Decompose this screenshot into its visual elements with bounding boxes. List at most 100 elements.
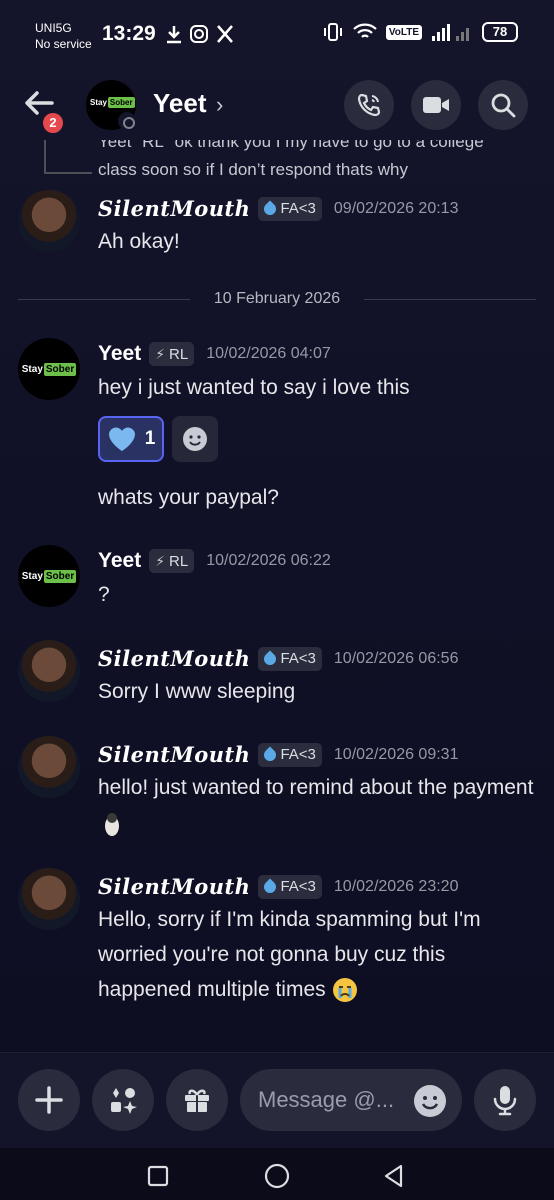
microphone-icon bbox=[493, 1086, 517, 1116]
user-tag[interactable]: FA<3 bbox=[258, 874, 322, 899]
signal-icon bbox=[432, 24, 469, 41]
divider-line bbox=[364, 299, 536, 300]
gift-button[interactable] bbox=[166, 1069, 228, 1131]
status-bar: UNI5G No service 13:29 VoLTE 78 bbox=[0, 0, 554, 62]
stay-sober-logo: Stay Sober bbox=[21, 362, 77, 376]
x-icon bbox=[217, 25, 233, 43]
author-name[interactable]: SilentMouth bbox=[98, 646, 250, 671]
water-drop-icon bbox=[261, 200, 279, 217]
call-button[interactable] bbox=[344, 80, 394, 130]
message-header: SilentMouth FA<3 10/02/2026 06:56 bbox=[98, 646, 458, 671]
home-button[interactable] bbox=[257, 1156, 297, 1196]
message-text: Hello, sorry if I'm kinda spamming but I… bbox=[98, 902, 538, 1007]
water-drop-icon bbox=[261, 878, 279, 895]
unread-badge: 2 bbox=[40, 110, 66, 136]
reply-author: Yeet bbox=[98, 140, 132, 151]
video-icon bbox=[423, 97, 449, 113]
author-name[interactable]: Yeet bbox=[98, 549, 141, 573]
avatar[interactable]: Stay Sober bbox=[18, 545, 80, 607]
clock: 13:29 bbox=[102, 22, 156, 45]
avatar[interactable] bbox=[18, 190, 80, 252]
back-nav-button[interactable] bbox=[374, 1156, 414, 1196]
tag-label: RL bbox=[169, 552, 189, 570]
carrier-status: No service bbox=[35, 37, 92, 51]
chat-header: 2 Stay Sober Yeet › bbox=[0, 70, 554, 140]
stay-sober-logo: Stay Sober bbox=[21, 569, 77, 583]
apps-button[interactable] bbox=[92, 1069, 154, 1131]
tag-label: FA<3 bbox=[280, 878, 316, 895]
plus-icon bbox=[35, 1086, 63, 1114]
message-header: Yeet ⚡ RL 10/02/2026 04:07 bbox=[98, 342, 331, 366]
search-icon bbox=[491, 93, 516, 118]
vibrate-icon bbox=[323, 23, 342, 41]
user-tag[interactable]: FA<3 bbox=[258, 646, 322, 671]
add-reaction-button[interactable] bbox=[172, 416, 218, 462]
offline-status-icon bbox=[118, 112, 136, 130]
triangle-back-icon bbox=[384, 1164, 403, 1188]
system-icons: VoLTE 78 bbox=[322, 22, 518, 42]
download-icon bbox=[167, 26, 181, 44]
smiley-icon bbox=[421, 1096, 439, 1110]
avatar[interactable] bbox=[18, 640, 80, 702]
battery-indicator: 78 bbox=[482, 22, 518, 42]
emoji-picker-button[interactable] bbox=[414, 1085, 446, 1117]
reply-preview[interactable]: Yeet RL ok thank you I my have to go to … bbox=[98, 140, 518, 184]
water-drop-icon bbox=[261, 650, 279, 667]
avatar[interactable] bbox=[18, 736, 80, 798]
message-composer bbox=[0, 1052, 554, 1148]
tag-label: FA<3 bbox=[280, 650, 316, 667]
square-icon bbox=[147, 1165, 169, 1187]
reaction-count: 1 bbox=[144, 428, 156, 449]
reaction-bar: 1 bbox=[98, 416, 218, 462]
message-text-content: hello! just wanted to remind about the p… bbox=[98, 776, 534, 799]
author-name[interactable]: SilentMouth bbox=[98, 874, 250, 899]
voice-message-button[interactable] bbox=[474, 1069, 536, 1131]
system-nav-bar bbox=[0, 1148, 554, 1200]
message-text-content: Hello, sorry if I'm kinda spamming but I… bbox=[98, 908, 481, 1001]
avatar[interactable] bbox=[18, 868, 80, 930]
circle-icon bbox=[264, 1163, 290, 1189]
tag-label: FA<3 bbox=[280, 200, 316, 217]
video-button[interactable] bbox=[411, 80, 461, 130]
chevron-right-icon[interactable]: › bbox=[216, 92, 223, 118]
date-divider: 10 February 2026 bbox=[18, 290, 536, 310]
gift-icon bbox=[185, 1089, 209, 1112]
timestamp: 10/02/2026 06:22 bbox=[206, 552, 331, 569]
timestamp: 10/02/2026 04:07 bbox=[206, 345, 331, 362]
message-text: whats your paypal? bbox=[98, 486, 279, 509]
message-header: SilentMouth FA<3 10/02/2026 23:20 bbox=[98, 874, 458, 899]
channel-title[interactable]: Yeet bbox=[153, 88, 207, 119]
heart-icon bbox=[108, 427, 135, 451]
timestamp: 09/02/2026 20:13 bbox=[333, 199, 459, 217]
water-drop-icon bbox=[261, 746, 279, 763]
message-text: hello! just wanted to remind about the p… bbox=[98, 770, 538, 840]
avatar[interactable]: Stay Sober bbox=[18, 338, 80, 400]
author-name[interactable]: Yeet bbox=[98, 342, 141, 366]
smiley-icon bbox=[183, 427, 207, 451]
message-header: SilentMouth FA<3 09/02/2026 20:13 bbox=[98, 196, 458, 221]
message-list[interactable]: Yeet RL ok thank you I my have to go to … bbox=[0, 140, 554, 1050]
stay-sober-logo: Stay Sober bbox=[90, 97, 135, 108]
lightning-icon: ⚡ bbox=[155, 552, 166, 569]
recents-button[interactable] bbox=[138, 1156, 178, 1196]
call-icon bbox=[357, 93, 381, 117]
author-name[interactable]: SilentMouth bbox=[98, 196, 250, 221]
instagram-icon bbox=[190, 25, 208, 43]
message-text: Sorry I www sleeping bbox=[98, 680, 296, 703]
author-name[interactable]: SilentMouth bbox=[98, 742, 250, 767]
timestamp: 10/02/2026 09:31 bbox=[333, 745, 459, 763]
user-tag[interactable]: ⚡ RL bbox=[149, 549, 195, 573]
apps-icon bbox=[111, 1088, 137, 1114]
heart-reaction[interactable]: 1 bbox=[98, 416, 164, 462]
lightning-icon: ⚡ bbox=[155, 345, 166, 362]
cat-emoji-icon bbox=[105, 813, 119, 837]
user-tag[interactable]: FA<3 bbox=[258, 742, 322, 767]
tag-label: RL bbox=[169, 345, 189, 363]
search-button[interactable] bbox=[478, 80, 528, 130]
timestamp: 10/02/2026 06:56 bbox=[333, 649, 459, 667]
user-tag[interactable]: ⚡ RL bbox=[149, 342, 195, 366]
tag-label: FA<3 bbox=[280, 746, 316, 763]
message-text: ? bbox=[98, 583, 110, 606]
add-attachment-button[interactable] bbox=[18, 1069, 80, 1131]
user-tag[interactable]: FA<3 bbox=[258, 196, 322, 221]
